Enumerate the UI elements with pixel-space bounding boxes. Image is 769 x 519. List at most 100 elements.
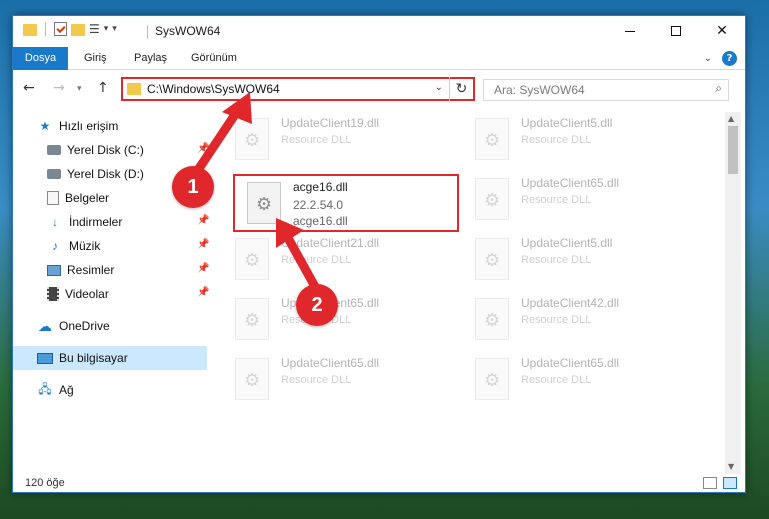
- pin-icon[interactable]: 📌: [197, 215, 209, 226]
- sidebar-item-label: Müzik: [69, 239, 101, 253]
- scrollbar-thumb[interactable]: [728, 126, 738, 174]
- sidebar-item-quick-access[interactable]: ★ Hızlı erişim: [37, 114, 207, 138]
- dll-file-icon: [235, 118, 269, 160]
- videos-icon: [47, 287, 59, 301]
- file-highlight-frame: [233, 174, 459, 232]
- onedrive-icon: ☁: [38, 317, 52, 334]
- details-view-icon[interactable]: [703, 477, 717, 489]
- file-description: Resource DLL: [521, 194, 592, 206]
- dll-file-icon: [475, 118, 509, 160]
- item-count: 120 öğe: [25, 477, 65, 489]
- tiles-view-icon[interactable]: [723, 477, 737, 489]
- view-switcher: [703, 477, 737, 489]
- tab-home[interactable]: Giriş: [84, 47, 107, 70]
- help-icon[interactable]: ?: [722, 51, 737, 66]
- dll-file-icon: [235, 298, 269, 340]
- file-item[interactable]: UpdateClient21.dll Resource DLL: [223, 232, 453, 288]
- recent-locations-icon[interactable]: ▾: [77, 84, 82, 94]
- sidebar-item-downloads[interactable]: ↓ İndirmeler 📌: [47, 210, 209, 234]
- file-item[interactable]: UpdateClient65.dll Resource DLL: [223, 352, 453, 408]
- status-bar: 120 öğe: [13, 474, 745, 494]
- tab-view[interactable]: Görünüm: [191, 47, 237, 70]
- file-name: UpdateClient65.dll: [521, 176, 620, 190]
- disk-icon: [47, 169, 61, 179]
- refresh-icon[interactable]: ↻: [449, 77, 473, 101]
- file-item[interactable]: UpdateClient42.dll Resource DLL: [463, 292, 693, 348]
- window-title: SysWOW64: [146, 24, 221, 39]
- file-description: Resource DLL: [521, 374, 592, 386]
- file-description: Resource DLL: [521, 134, 592, 146]
- view-icon[interactable]: ☰: [89, 22, 100, 36]
- close-button[interactable]: ✕: [699, 16, 745, 46]
- file-item[interactable]: UpdateClient65.dll Resource DLL: [463, 352, 693, 408]
- sidebar-item-label: OneDrive: [59, 319, 110, 333]
- forward-arrow-icon[interactable]: →: [53, 80, 65, 96]
- dll-file-icon: [235, 358, 269, 400]
- address-path[interactable]: C:\Windows\SysWOW64: [147, 82, 280, 96]
- quick-access-toolbar: ☰ ▾ ▾: [23, 22, 117, 36]
- sidebar-item-this-pc[interactable]: Bu bilgisayar: [13, 346, 207, 370]
- file-description: Resource DLL: [281, 374, 352, 386]
- folder-icon: [127, 83, 141, 95]
- downloads-icon: ↓: [52, 215, 58, 229]
- search-box[interactable]: Ara: SysWOW64 ⌕: [483, 79, 729, 101]
- file-item[interactable]: UpdateClient5.dll Resource DLL: [463, 232, 693, 288]
- music-icon: ♪: [52, 239, 58, 253]
- pin-icon[interactable]: 📌: [197, 143, 209, 154]
- chevron-down-icon[interactable]: ▾: [104, 24, 109, 34]
- dll-file-icon: [475, 298, 509, 340]
- file-item[interactable]: UpdateClient65.dll Resource DLL: [223, 292, 453, 348]
- sidebar-item-music[interactable]: ♪ Müzik 📌: [47, 234, 209, 258]
- ribbon: Dosya Giriş Paylaş Görünüm ⌄ ?: [13, 47, 745, 70]
- new-folder-icon[interactable]: [71, 24, 85, 36]
- minimize-icon: [625, 30, 635, 32]
- file-item[interactable]: UpdateClient65.dll Resource DLL: [463, 172, 693, 228]
- scroll-down-icon[interactable]: ▼: [728, 462, 734, 471]
- vertical-scrollbar[interactable]: ▲ ▼: [725, 112, 741, 474]
- chevron-down-icon[interactable]: ⌄: [435, 82, 443, 93]
- file-item[interactable]: UpdateClient19.dll Resource DLL: [223, 112, 453, 168]
- sidebar-item-network[interactable]: 🖧 Ağ: [37, 378, 207, 402]
- computer-icon: [37, 352, 53, 364]
- search-placeholder[interactable]: Ara: SysWOW64: [494, 83, 585, 97]
- sidebar-item-label: Hızlı erişim: [59, 119, 119, 133]
- file-description: Resource DLL: [281, 254, 352, 266]
- pin-icon[interactable]: 📌: [197, 239, 209, 250]
- sidebar-item-label: Belgeler: [65, 191, 110, 205]
- sidebar-item-videos[interactable]: Videolar 📌: [47, 282, 209, 306]
- network-icon: 🖧: [38, 381, 52, 396]
- file-list: UpdateClient19.dll Resource DLL acge16.d…: [223, 112, 723, 474]
- sidebar-item-disk-c[interactable]: Yerel Disk (C:) 📌: [47, 138, 209, 162]
- file-description: Resource DLL: [281, 134, 352, 146]
- file-item[interactable]: UpdateClient5.dll Resource DLL: [463, 112, 693, 168]
- pin-icon[interactable]: 📌: [197, 263, 209, 274]
- maximize-icon: [671, 26, 681, 36]
- tab-share[interactable]: Paylaş: [134, 47, 167, 70]
- file-description: Resource DLL: [521, 314, 592, 326]
- file-name: UpdateClient65.dll: [281, 356, 380, 370]
- properties-icon[interactable]: [54, 22, 67, 36]
- sidebar-item-pictures[interactable]: Resimler 📌: [47, 258, 209, 282]
- address-bar[interactable]: C:\Windows\SysWOW64 ⌄ ↻: [121, 77, 475, 101]
- navigation-bar: ← → ▾ ↑ C:\Windows\SysWOW64 ⌄ ↻ Ara: Sys…: [13, 74, 745, 104]
- dll-file-icon: [235, 238, 269, 280]
- disk-icon: [47, 145, 61, 155]
- up-arrow-icon[interactable]: ↑: [97, 80, 109, 96]
- step-marker-2: 2: [296, 284, 338, 326]
- file-name: UpdateClient5.dll: [521, 236, 613, 250]
- pin-icon[interactable]: 📌: [197, 287, 209, 298]
- search-icon[interactable]: ⌕: [715, 81, 722, 96]
- customize-toolbar-icon[interactable]: ▾: [112, 24, 117, 34]
- file-description: Resource DLL: [521, 254, 592, 266]
- scroll-up-icon[interactable]: ▲: [728, 114, 734, 123]
- maximize-button[interactable]: [653, 16, 699, 46]
- sidebar-item-onedrive[interactable]: ☁ OneDrive: [37, 314, 207, 338]
- sidebar-item-label: Resimler: [67, 263, 115, 277]
- pictures-icon: [47, 264, 61, 276]
- file-name: UpdateClient21.dll: [281, 236, 380, 250]
- back-arrow-icon[interactable]: ←: [23, 80, 35, 96]
- minimize-button[interactable]: [607, 16, 653, 46]
- tab-file[interactable]: Dosya: [13, 47, 68, 70]
- ribbon-right: ⌄ ?: [704, 51, 737, 66]
- expand-ribbon-icon[interactable]: ⌄: [704, 53, 712, 64]
